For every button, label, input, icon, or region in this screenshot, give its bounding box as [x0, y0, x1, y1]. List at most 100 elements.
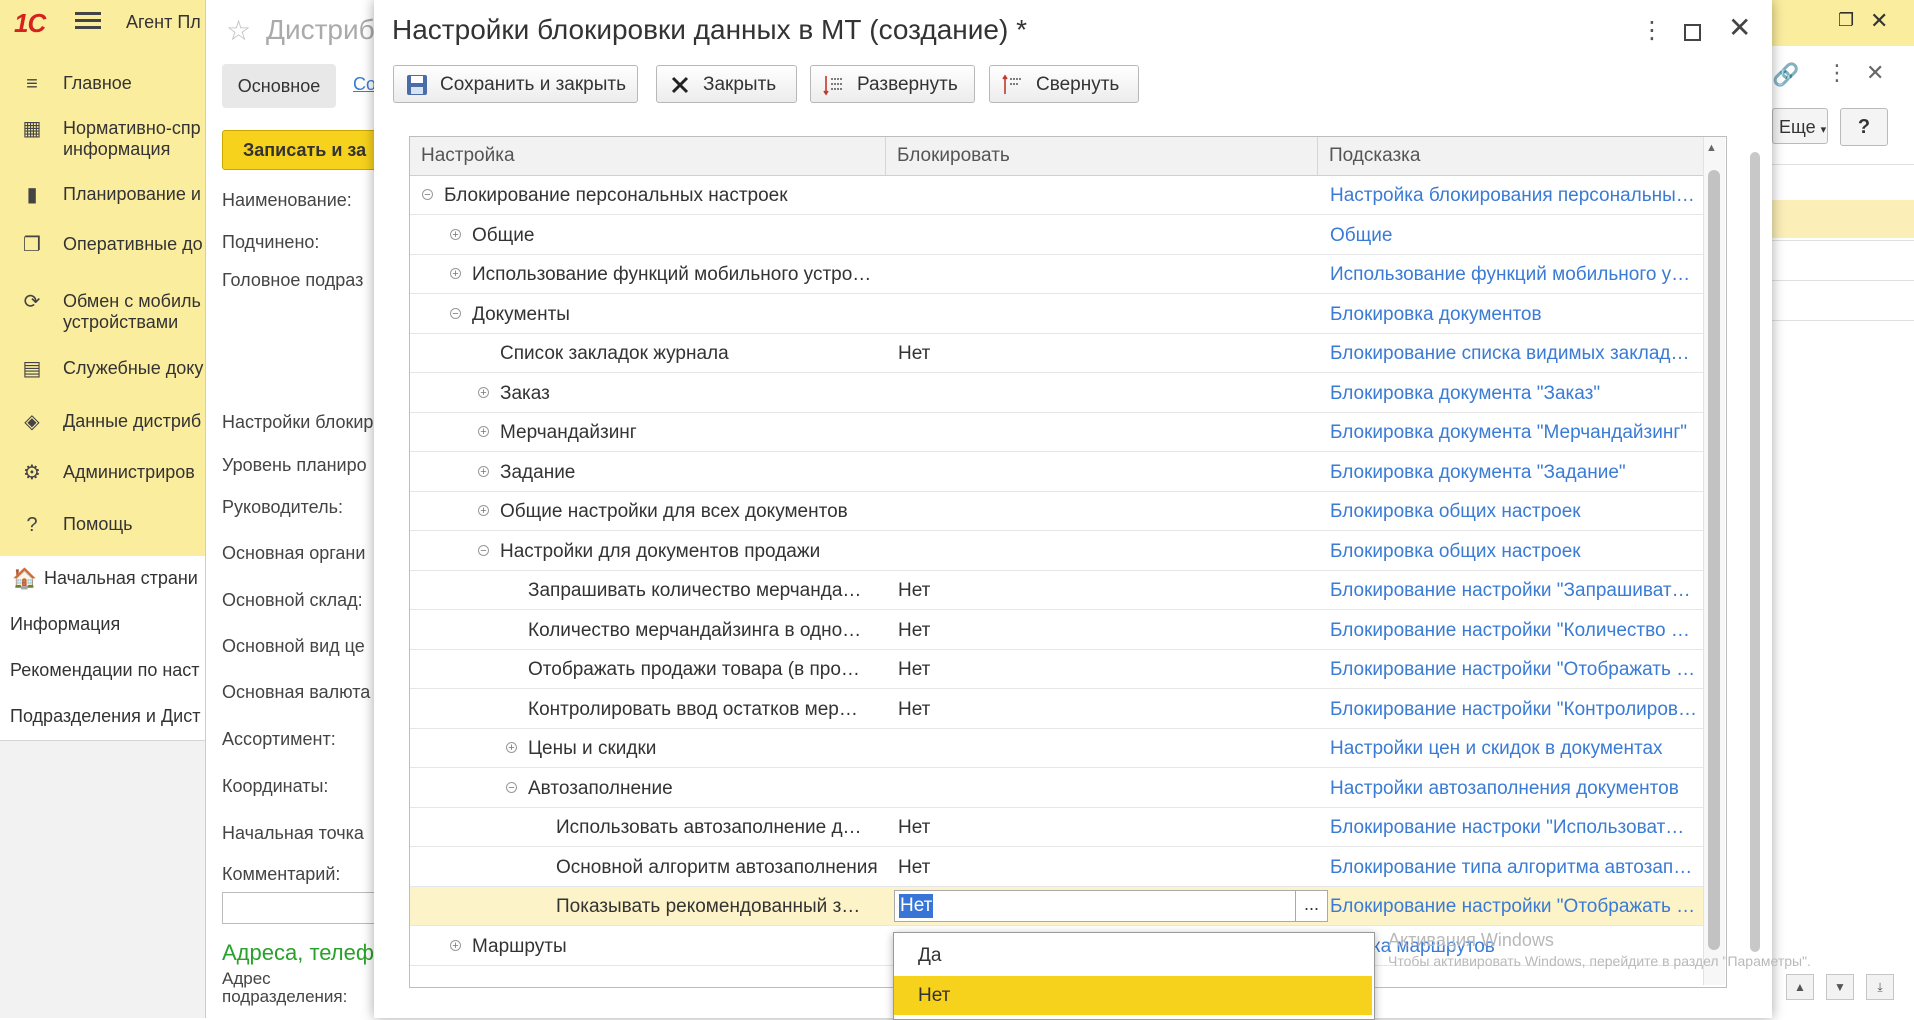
table-row[interactable]: + Задание Блокировка документа "Задание" [410, 453, 1703, 492]
table-row[interactable]: − Документы Блокировка документов [410, 295, 1703, 334]
scroll-up-arrow-icon[interactable]: ▲ [1706, 142, 1717, 154]
collapse-button[interactable]: Свернуть [989, 65, 1139, 103]
hint-link-cell[interactable]: Блокирование настроки "Использоват… [1330, 808, 1695, 847]
close-button[interactable]: Закрыть [656, 65, 797, 103]
collapse-label: Свернуть [1036, 74, 1120, 95]
tab-main[interactable]: Основное [222, 64, 336, 108]
expand-node-icon[interactable]: + [450, 940, 461, 952]
hint-link-cell[interactable]: Блокировка документа "Мерчандайзинг" [1330, 413, 1695, 452]
collapse-node-icon[interactable]: − [422, 189, 433, 201]
sidebar-item-label: Нормативно-спр информация [63, 118, 201, 159]
close-icon[interactable]: ✕ [1866, 60, 1884, 86]
table-row[interactable]: + Общие Общие [410, 216, 1703, 255]
dropdown-option-no[interactable]: Нет [894, 976, 1372, 1015]
setting-name-cell: Общие [472, 225, 535, 246]
link-icon[interactable]: 🔗 [1772, 62, 1799, 88]
block-value-cell [898, 532, 1298, 571]
dialog-more-icon[interactable]: ⋮ [1640, 16, 1664, 45]
hint-link-cell[interactable]: Общие [1330, 216, 1695, 255]
setting-name-cell: Документы [472, 304, 570, 325]
table-row[interactable]: Количество мерчандайзинга в одно… Нет Блок… [410, 611, 1703, 650]
more-button[interactable]: Еще ▾ [1772, 108, 1828, 144]
table-row[interactable]: Контролировать ввод остатков мер… Нет Блок… [410, 690, 1703, 729]
table-row[interactable]: Основной алгоритм автозаполнения Нет Блоки… [410, 848, 1703, 887]
collapse-node-icon[interactable]: − [506, 782, 517, 794]
app-close-icon[interactable]: ✕ [1870, 8, 1888, 34]
expand-node-icon[interactable]: + [478, 426, 489, 438]
table-row[interactable]: + Заказ Блокировка документа "Заказ" [410, 374, 1703, 413]
table-row[interactable]: Показывать рекомендованный з… Нет... Блоки… [410, 887, 1703, 926]
scroll-up-icon[interactable]: ▲ [1786, 974, 1814, 1000]
column-header-hint[interactable]: Подсказка [1318, 137, 1703, 175]
star-icon[interactable]: ☆ [226, 14, 251, 47]
form-field-label: Основной склад: [222, 590, 363, 610]
expand-node-icon[interactable]: + [478, 387, 489, 399]
table-row[interactable]: − Настройки для документов продажи Блокиро… [410, 532, 1703, 571]
restore-window-icon[interactable]: ❐ [1838, 10, 1854, 31]
dialog-close-icon[interactable]: ✕ [1728, 14, 1751, 42]
table-row[interactable]: − Блокирование персональных настроек Настр… [410, 176, 1703, 215]
hint-link-cell[interactable]: Блокирование настройки "Запрашиват… [1330, 571, 1695, 610]
table-row[interactable]: Запрашивать количество мерчанда… Нет Блоки… [410, 571, 1703, 610]
form-field-label: Настройки блокир [222, 412, 374, 432]
hint-link-cell[interactable]: Блокирование списка видимых заклад… [1330, 334, 1695, 373]
hint-link-cell[interactable]: Настройки автозаполнения документов [1330, 769, 1695, 808]
help-button[interactable]: ? [1840, 108, 1888, 146]
right-list-selected-row[interactable] [1772, 200, 1914, 238]
hint-link-cell[interactable]: Блокировка документа "Заказ" [1330, 374, 1695, 413]
column-header-block[interactable]: Блокировать [886, 137, 1318, 175]
hint-link-cell[interactable]: Настройка блокирования персональны… [1330, 176, 1695, 215]
nav-info[interactable]: Информация [0, 602, 205, 649]
expand-node-icon[interactable]: + [450, 268, 461, 280]
scroll-end-icon[interactable]: ⤓ [1866, 974, 1894, 1000]
select-value-button[interactable]: ... [1296, 890, 1328, 922]
block-value-input[interactable]: Нет [894, 890, 1296, 922]
hint-link-cell[interactable]: Блокирование типа алгоритма автозап… [1330, 848, 1695, 887]
hint-link-cell[interactable]: Блокировка документа "Задание" [1330, 453, 1695, 492]
hint-link-cell[interactable]: Блокировка общих настроек [1330, 492, 1695, 531]
table-row[interactable]: + Общие настройки для всех документов Блок… [410, 492, 1703, 531]
expand-node-icon[interactable]: + [506, 742, 517, 754]
hint-link-cell[interactable]: Использование функций мобильного у… [1330, 255, 1695, 294]
hint-link-cell[interactable]: Настройки цен и скидок в документах [1330, 729, 1695, 768]
dialog-scroll-thumb[interactable] [1750, 152, 1760, 952]
hint-link-cell[interactable]: Блокировка документов [1330, 295, 1695, 334]
nav-divisions[interactable]: Подразделения и Дист [0, 694, 205, 741]
table-row[interactable]: + Мерчандайзинг Блокировка документа "Мерч… [410, 413, 1703, 452]
save-and-close-button[interactable]: Сохранить и закрыть [393, 65, 638, 103]
expand-node-icon[interactable]: + [478, 466, 489, 478]
table-row[interactable]: Список закладок журнала Нет Блокирование с… [410, 334, 1703, 373]
setting-name-cell: Заказ [500, 383, 550, 404]
comment-input[interactable] [222, 892, 384, 924]
table-row[interactable]: Использовать автозаполнение д… Нет Блокиро… [410, 808, 1703, 847]
app-title: Агент Пл [126, 12, 201, 32]
table-row[interactable]: + Использование функций мобильного устро…… [410, 255, 1703, 294]
dropdown-option-yes[interactable]: Да [894, 936, 1372, 975]
table-row[interactable]: + Цены и скидки Настройки цен и скидок в д… [410, 729, 1703, 768]
nav-recommendations[interactable]: Рекомендации по наст [0, 648, 205, 695]
expand-button[interactable]: Развернуть [810, 65, 975, 103]
collapse-node-icon[interactable]: − [478, 545, 489, 557]
tab-link[interactable]: Со [353, 74, 376, 95]
hint-link-cell[interactable]: Блокирование настройки "Контролиров… [1330, 690, 1695, 729]
block-value-cell: Нет [898, 857, 931, 878]
expand-node-icon[interactable]: + [478, 505, 489, 517]
column-header-setting[interactable]: Настройка [410, 137, 886, 175]
table-row[interactable]: − Автозаполнение Настройки автозаполнения … [410, 769, 1703, 808]
setting-name-cell: Настройки для документов продажи [500, 541, 821, 562]
hamburger-menu-icon[interactable] [75, 8, 101, 32]
collapse-node-icon[interactable]: − [450, 308, 461, 320]
maximize-icon[interactable] [1684, 24, 1701, 41]
table-scroll-thumb[interactable] [1708, 170, 1720, 950]
hint-link-cell[interactable]: Блокировка общих настроек [1330, 532, 1695, 571]
more-vertical-icon[interactable]: ⋮ [1826, 60, 1848, 86]
scroll-down-icon[interactable]: ▼ [1826, 974, 1854, 1000]
table-row[interactable]: Отображать продажи товара (в про… Нет Блок… [410, 650, 1703, 689]
nav-home-page[interactable]: 🏠 Начальная страни [0, 556, 205, 603]
hint-link-cell[interactable]: Блокирование настройки "Отображать … [1330, 650, 1695, 689]
expand-node-icon[interactable]: + [450, 229, 461, 241]
hint-link-cell[interactable]: Блокирование настройки "Количество … [1330, 611, 1695, 650]
hint-link-cell[interactable]: Блокирование настройки "Отображать … [1330, 887, 1695, 926]
form-field-label: Основная валюта [222, 682, 371, 702]
block-value-cell [898, 492, 1298, 531]
